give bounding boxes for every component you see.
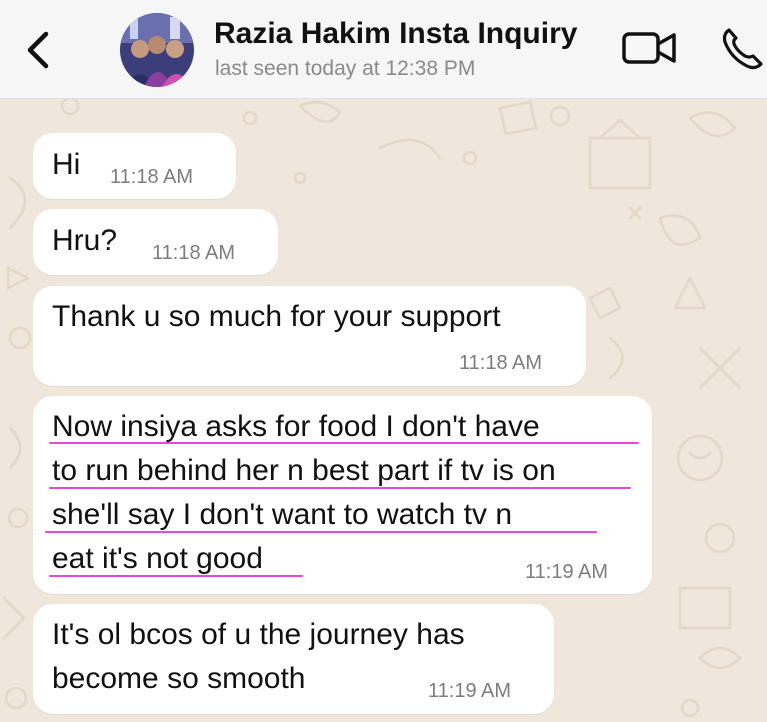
message-bubble[interactable]: Hru? 11:18 AM <box>33 209 278 275</box>
last-seen-status: last seen today at 12:38 PM <box>215 57 476 80</box>
highlight-underline <box>49 487 631 489</box>
message-bubble[interactable]: It's ol bcos of u the journey has become… <box>33 604 554 714</box>
message-timestamp: 11:19 AM <box>428 680 512 702</box>
message-bubble[interactable]: Hi 11:18 AM <box>33 133 236 199</box>
message-timestamp: 11:18 AM <box>152 242 236 264</box>
message-timestamp: 11:18 AM <box>459 352 543 374</box>
contact-name[interactable]: Razia Hakim Insta Inquiry <box>214 17 577 51</box>
highlight-underline <box>45 531 597 533</box>
avatar[interactable] <box>120 13 194 87</box>
message-text-line: It's ol bcos of u the journey has <box>52 618 465 651</box>
phone-icon[interactable] <box>721 26 767 70</box>
message-timestamp: 11:19 AM <box>525 561 609 583</box>
message-bubble[interactable]: Thank u so much for your support 11:18 A… <box>33 286 586 386</box>
highlight-underline <box>49 575 303 577</box>
message-text: Hi <box>52 148 81 181</box>
message-text: Hru? <box>52 224 118 257</box>
chat-header: Razia Hakim Insta Inquiry last seen toda… <box>0 0 767 99</box>
video-camera-icon[interactable] <box>622 30 676 66</box>
message-text: Thank u so much for your support <box>52 300 501 333</box>
message-text-line: become so smooth <box>52 662 306 695</box>
highlight-underline <box>49 442 639 444</box>
avatar-photo <box>120 13 194 87</box>
chevron-left-icon[interactable] <box>22 28 54 72</box>
message-bubble[interactable]: Now insiya asks for food I don't have to… <box>33 396 652 594</box>
message-timestamp: 11:18 AM <box>110 166 194 188</box>
